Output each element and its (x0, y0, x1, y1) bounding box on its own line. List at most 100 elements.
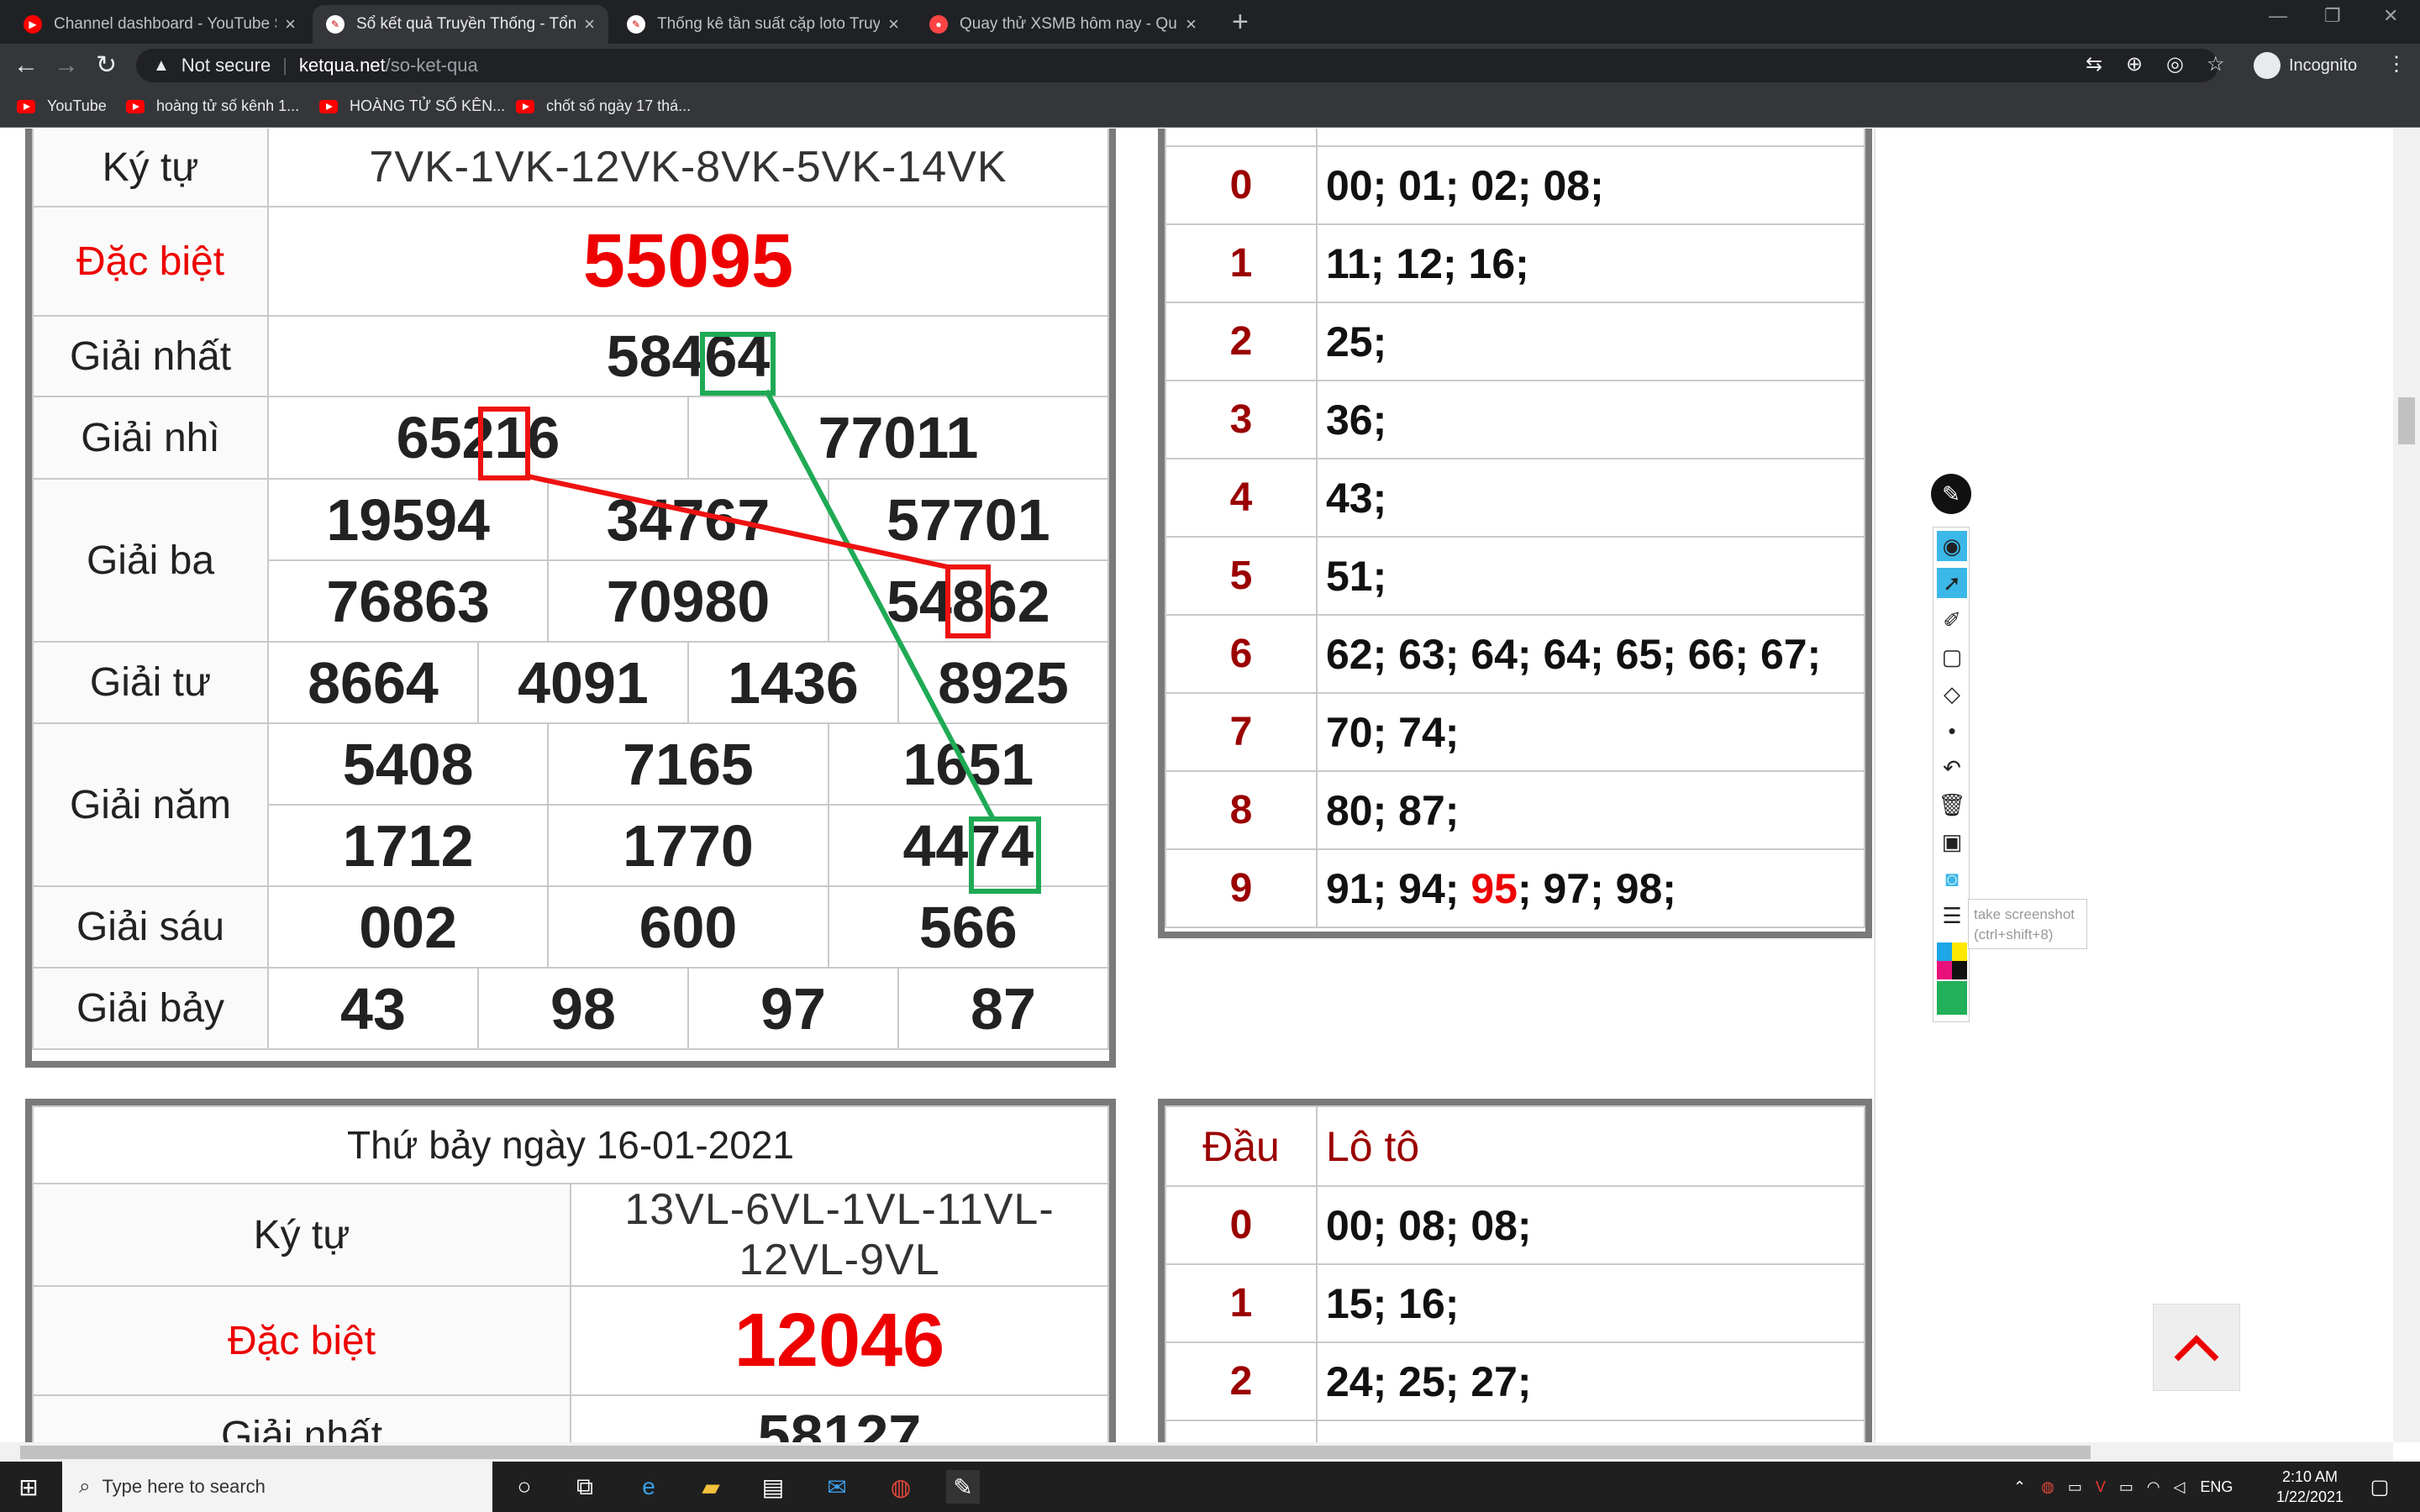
language-indicator[interactable]: ENG (2200, 1478, 2233, 1496)
restore-icon[interactable]: ❐ (2324, 5, 2341, 27)
fourth-prize: 8664 (267, 641, 479, 724)
undo-icon[interactable]: ↶ (1937, 753, 1967, 783)
translate-icon[interactable]: ⇆ (2086, 52, 2102, 76)
reload-icon[interactable]: ↻ (96, 50, 117, 81)
close-window-icon[interactable]: ✕ (2383, 5, 2398, 27)
color-swatch-black[interactable] (1952, 961, 1967, 979)
loto-text: 91; 94; (1326, 864, 1471, 912)
result-table-1: Ký tự 7VK-1VK-12VK-8VK-5VK-14VK Đặc biệt… (25, 129, 1116, 1068)
forward-icon[interactable]: → (54, 50, 79, 81)
tab-so-ket-qua[interactable]: ✎ Sổ kết quả Truyền Thống - Tổng × (313, 5, 608, 44)
pen-tool-icon[interactable]: ✎ (1931, 474, 1971, 514)
horizontal-scrollbar[interactable] (0, 1442, 2393, 1462)
notifications-icon[interactable]: ▢ (2363, 1470, 2396, 1504)
ky-tu-value: 13VL-6VL-1VL-11VL-12VL-9VL (570, 1183, 1109, 1287)
tooltip-line: take screenshot (1974, 906, 2075, 922)
loto-table: Đầu Lô tô 0 00; 08; 08; 1 15; 16; 2 24; 25; … (1165, 1105, 1865, 1442)
tab-quay-thu[interactable]: ● Quay thử XSMB hôm nay - Quay × (916, 5, 1210, 44)
ketqua-icon: ✎ (326, 15, 345, 34)
second-prize: 77011 (687, 396, 1109, 480)
edge-icon[interactable]: e (632, 1470, 666, 1504)
bookmark-youtube[interactable]: YouTube (17, 97, 107, 115)
mail-icon[interactable]: ✉ (820, 1470, 854, 1504)
minimize-icon[interactable]: — (2269, 5, 2287, 27)
row-label: Giải bảy (32, 967, 269, 1050)
chrome-icon[interactable]: ◍ (884, 1470, 918, 1504)
security-label: Not secure (181, 55, 271, 76)
dau-cell: 4 (1165, 458, 1318, 538)
back-icon[interactable]: ← (13, 50, 39, 81)
row-label: Giải tư (32, 641, 269, 724)
trash-icon[interactable]: 🗑 (1937, 790, 1967, 820)
dau-cell: 5 (1165, 536, 1318, 616)
camera-icon[interactable]: ◙ (1937, 864, 1967, 894)
dau-cell: 1 (1165, 1263, 1318, 1343)
tab-youtube-studio[interactable]: ▶ Channel dashboard - YouTube Studio × (10, 5, 309, 44)
tab-thong-ke[interactable]: ✎ Thống kê tần suất cặp loto Truyền × (613, 5, 913, 44)
board-icon[interactable]: ▣ (1937, 827, 1967, 857)
chevron-up-icon[interactable]: ⌃ (2013, 1478, 2026, 1496)
fourth-prize: 1436 (687, 641, 899, 724)
scroll-thumb[interactable] (20, 1446, 2091, 1459)
row-label: Giải nhì (32, 396, 269, 480)
eraser-icon[interactable]: ◇ (1937, 679, 1967, 709)
color-swatch-magenta[interactable] (1937, 961, 1952, 979)
seventh-prize: 97 (687, 967, 899, 1050)
loto-cell: 25; (1316, 302, 1865, 381)
scroll-thumb[interactable] (2398, 397, 2415, 444)
fifth-prize: 7165 (547, 722, 829, 806)
loto-cell: 24; 25; 27; (1316, 1341, 1865, 1421)
taskbar-search[interactable]: ⌕ Type here to search (62, 1462, 492, 1512)
loto-cell: 62; 63; 64; 64; 65; 66; 67; (1316, 614, 1865, 694)
bookmark-hoang-tu-so-kenh-1[interactable]: hoàng tử số kênh 1... (126, 97, 299, 115)
new-tab-button[interactable]: + (1232, 5, 1249, 39)
eye-icon[interactable]: ◉ (1937, 531, 1967, 561)
cortana-icon[interactable]: ○ (508, 1470, 541, 1504)
clipboard-icon[interactable]: ☰ (1937, 900, 1967, 931)
tab-title: Sổ kết quả Truyền Thống - Tổng (356, 15, 576, 33)
task-view-icon[interactable]: ⧉ (568, 1470, 602, 1504)
dau-cell: 0 (1165, 1185, 1318, 1265)
menu-icon[interactable]: ⋮ (2386, 52, 2407, 76)
file-explorer-icon[interactable]: ▰ (694, 1470, 728, 1504)
pen-icon[interactable]: ✐ (1937, 605, 1967, 635)
bookmark-hoang-tu-so-ken[interactable]: HOÀNG TỬ SỐ KÊN... (319, 97, 505, 115)
zoom-icon[interactable]: ⊕ (2126, 52, 2143, 76)
annotation-app-icon[interactable]: ✎ (946, 1470, 980, 1504)
search-icon: ⌕ (79, 1475, 91, 1498)
color-swatch-yellow[interactable] (1952, 942, 1967, 961)
bookmark-chot-so[interactable]: chốt số ngày 17 thá... (516, 97, 691, 115)
clock[interactable]: 2:10 AM 1/22/2021 (2264, 1467, 2356, 1507)
color-swatch-green[interactable] (1937, 981, 1967, 1015)
url-path: /so-ket-qua (385, 55, 478, 76)
incognito-profile[interactable]: Incognito (2254, 49, 2357, 82)
address-bar[interactable]: ▲ Not secure | ketqua.net /so-ket-qua (136, 49, 2218, 82)
color-swatch-blue[interactable] (1937, 942, 1952, 961)
volume-icon[interactable]: ◁ (2174, 1478, 2186, 1496)
wifi-icon[interactable]: ◠ (2147, 1478, 2160, 1496)
rectangle-icon[interactable]: ▢ (1937, 642, 1967, 672)
close-icon[interactable]: × (285, 13, 296, 35)
cursor-icon[interactable]: ➚ (1937, 568, 1967, 598)
store-icon[interactable]: ▤ (756, 1470, 790, 1504)
windows-start-icon[interactable]: ⊞ (12, 1470, 45, 1504)
special-prize: 12046 (570, 1285, 1109, 1396)
battery-icon[interactable]: ▭ (2119, 1478, 2133, 1496)
back-to-top-button[interactable] (2153, 1304, 2240, 1391)
app-tray-icon[interactable]: V (2096, 1478, 2106, 1496)
star-icon[interactable]: ☆ (2207, 52, 2225, 76)
eye-off-icon[interactable]: ◎ (2166, 52, 2184, 76)
close-icon[interactable]: × (584, 13, 595, 35)
close-icon[interactable]: × (888, 13, 899, 35)
dot-icon[interactable]: • (1937, 716, 1967, 746)
special-prize: 55095 (267, 206, 1109, 317)
row-label: Đặc biệt (32, 206, 269, 317)
monitor-icon[interactable]: ▭ (2068, 1478, 2082, 1496)
screenshot-tooltip: take screenshot (ctrl+shift+8) (1968, 899, 2087, 949)
dau-cell: 7 (1165, 692, 1318, 772)
address-separator: | (282, 55, 287, 76)
chrome-tray-icon[interactable]: ◍ (2041, 1478, 2054, 1496)
close-icon[interactable]: × (1186, 13, 1197, 35)
vertical-scrollbar[interactable] (2393, 129, 2420, 1442)
youtube-icon (319, 99, 338, 113)
